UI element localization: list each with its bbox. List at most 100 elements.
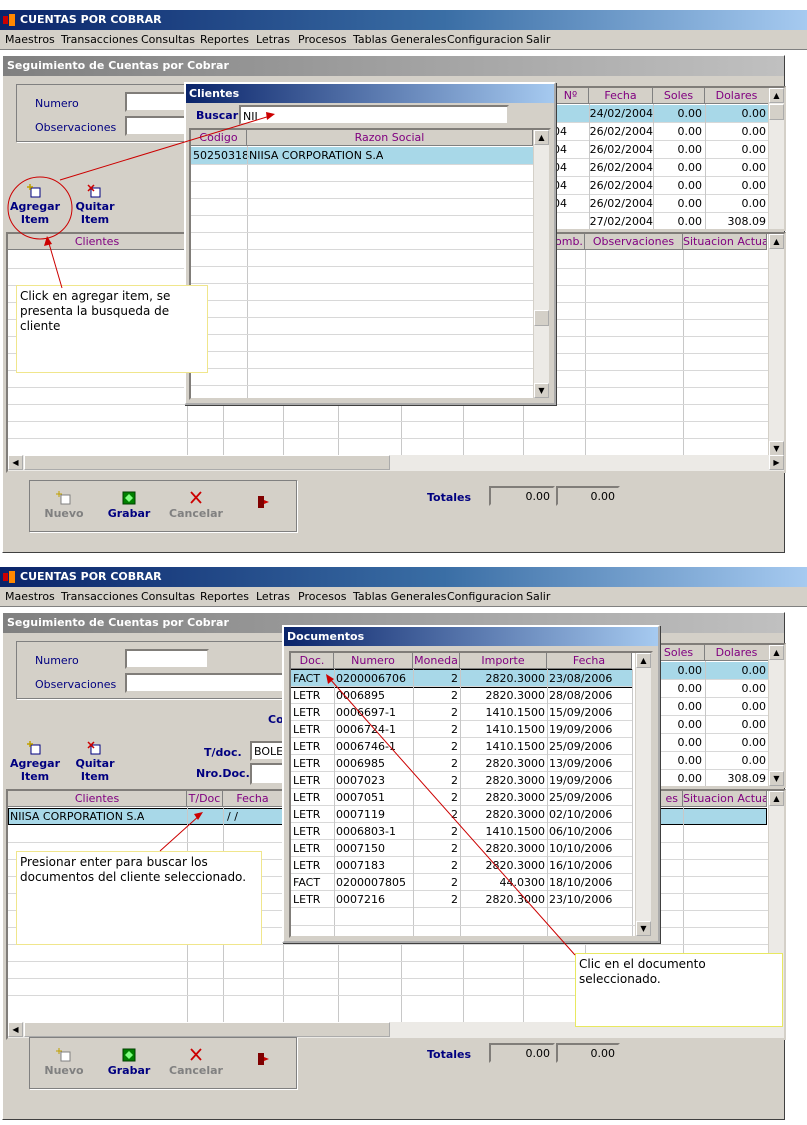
documents-grid[interactable]: Soles Dolares 0.00 0.00 0.00 0.00 0.00 0.00 0.… — [651, 643, 786, 788]
documents-grid-row[interactable]: 0.00 0.00 — [653, 680, 769, 698]
menu-configuracion[interactable]: Configuracion — [447, 590, 523, 603]
h-scroll-thumb[interactable] — [24, 1022, 390, 1037]
grid-line — [8, 421, 784, 422]
quitar-item-button[interactable]: Quitar Item — [69, 741, 121, 783]
observaciones-input[interactable] — [125, 673, 285, 693]
scroll-down-icon[interactable]: ▼ — [636, 921, 651, 936]
nuevo-button[interactable]: Nuevo — [34, 1048, 94, 1077]
documentos-grid[interactable]: Doc. Numero Moneda Importe Fecha FACT 020… — [289, 651, 653, 938]
documents-grid-row[interactable]: 04 26/02/2004 0.00 0.00 — [553, 195, 769, 213]
clientes-row-selected[interactable]: 50250318 NIISA CORPORATION S.A — [191, 147, 533, 164]
menu-transacciones[interactable]: Transacciones — [61, 33, 138, 46]
quitar-item-button[interactable]: Quitar Item — [69, 184, 121, 226]
vertical-scrollbar[interactable]: ▲ — [768, 88, 784, 229]
documento-row[interactable]: LETR 0006724-1 2 1410.1500 19/09/2006 — [291, 721, 632, 738]
documents-grid[interactable]: Nº Fecha Soles Dolares 24/02/2004 0.00 0.0… — [551, 86, 786, 231]
buscar-input[interactable]: NII — [239, 105, 509, 125]
menu-consultas[interactable]: Consultas — [141, 590, 195, 603]
grabar-button[interactable]: Grabar — [99, 491, 159, 520]
clientes-grid[interactable]: Codigo Razon Social 50250318 NIISA CORPO… — [189, 128, 551, 400]
scroll-up-icon[interactable]: ▲ — [769, 234, 784, 249]
menu-maestros[interactable]: Maestros — [5, 590, 55, 603]
scroll-down-icon[interactable]: ▼ — [534, 383, 549, 398]
documents-grid-row[interactable]: 04 26/02/2004 0.00 0.00 — [553, 177, 769, 195]
documento-row[interactable]: LETR 0007216 2 2820.3000 23/10/2006 — [291, 891, 632, 908]
documento-row[interactable]: LETR 0006697-1 2 1410.1500 15/09/2006 — [291, 704, 632, 721]
cancelar-button[interactable]: Cancelar — [166, 1048, 226, 1077]
documents-grid-row[interactable]: 0.00 0.00 — [653, 716, 769, 734]
scroll-right-icon[interactable]: ▶ — [769, 455, 784, 470]
documento-row[interactable]: LETR 0007150 2 2820.3000 10/10/2006 — [291, 840, 632, 857]
detail-vertical-scrollbar[interactable]: ▲ ▼ — [768, 234, 784, 456]
scroll-thumb[interactable] — [769, 104, 784, 120]
documento-row[interactable]: LETR 0006895 2 2820.3000 28/08/2006 — [291, 687, 632, 704]
scroll-thumb[interactable] — [534, 310, 549, 326]
numero-input[interactable] — [125, 649, 209, 669]
menu-reportes[interactable]: Reportes — [200, 590, 249, 603]
agregar-item-button[interactable]: Agregar Item — [9, 741, 61, 783]
scroll-up-icon[interactable]: ▲ — [534, 130, 549, 145]
documento-row[interactable]: LETR 0007183 2 2820.3000 16/10/2006 — [291, 857, 632, 874]
scroll-up-icon[interactable]: ▲ — [769, 88, 784, 103]
grid-line — [653, 104, 654, 229]
detail-horizontal-scrollbar[interactable]: ◀ ▶ — [8, 455, 784, 471]
documento-cell: LETR — [293, 706, 321, 719]
documento-row[interactable]: LETR 0006803-1 2 1410.1500 06/10/2006 — [291, 823, 632, 840]
total-soles-field: 0.00 — [489, 1043, 555, 1063]
scroll-up-icon[interactable]: ▲ — [769, 791, 784, 806]
documento-row[interactable]: LETR 0007119 2 2820.3000 02/10/2006 — [291, 806, 632, 823]
scroll-left-icon[interactable]: ◀ — [8, 1022, 23, 1037]
menu-configuracion[interactable]: Configuracion — [447, 33, 523, 46]
grid-line — [191, 164, 549, 165]
grid-cell: 0.00 — [741, 197, 767, 210]
documents-grid-row[interactable]: 0.00 0.00 — [653, 662, 769, 680]
documento-cell: 1410.1500 — [485, 825, 546, 838]
documents-grid-row[interactable]: 04 26/02/2004 0.00 0.00 — [553, 159, 769, 177]
menu-tablas-generales[interactable]: Tablas Generales — [353, 590, 447, 603]
scroll-down-icon[interactable]: ▼ — [769, 771, 784, 786]
documents-grid-row[interactable]: 0.00 0.00 — [653, 752, 769, 770]
documentos-vertical-scrollbar[interactable]: ▲ ▼ — [635, 653, 651, 936]
menu-transacciones[interactable]: Transacciones — [61, 590, 138, 603]
menu-reportes[interactable]: Reportes — [200, 33, 249, 46]
clientes-vertical-scrollbar[interactable]: ▲ ▼ — [533, 130, 549, 398]
agregar-item-button[interactable]: Agregar Item — [9, 184, 61, 226]
documento-row[interactable]: FACT 0200007805 2 44.0300 18/10/2006 — [291, 874, 632, 891]
documents-grid-row[interactable]: 0.00 0.00 — [653, 734, 769, 752]
menu-salir[interactable]: Salir — [526, 33, 550, 46]
scroll-up-icon[interactable]: ▲ — [636, 653, 651, 668]
scroll-down-icon[interactable]: ▼ — [769, 441, 784, 456]
scroll-left-icon[interactable]: ◀ — [8, 455, 23, 470]
grid-cell: 0.00 — [677, 736, 703, 749]
documento-row[interactable]: LETR 0007023 2 2820.3000 19/09/2006 — [291, 772, 632, 789]
menu-tablas-generales[interactable]: Tablas Generales — [353, 33, 447, 46]
documento-row[interactable]: LETR 0007051 2 2820.3000 25/09/2006 — [291, 789, 632, 806]
documents-grid-row[interactable]: 04 26/02/2004 0.00 0.00 — [553, 141, 769, 159]
vertical-scrollbar[interactable]: ▲ ▼ — [768, 645, 784, 786]
grabar-button[interactable]: Grabar — [99, 1048, 159, 1077]
cancelar-button[interactable]: Cancelar — [166, 491, 226, 520]
menu-procesos[interactable]: Procesos — [298, 33, 346, 46]
documento-row[interactable]: LETR 0006746-1 2 1410.1500 25/09/2006 — [291, 738, 632, 755]
menu-consultas[interactable]: Consultas — [141, 33, 195, 46]
documents-grid-row[interactable]: 0.00 308.09 — [653, 770, 769, 786]
documents-grid-row[interactable]: 04 26/02/2004 0.00 0.00 — [553, 123, 769, 141]
grabar-label: Grabar — [107, 507, 151, 520]
h-scroll-thumb[interactable] — [24, 455, 390, 470]
menu-maestros[interactable]: Maestros — [5, 33, 55, 46]
menu-salir[interactable]: Salir — [526, 590, 550, 603]
scroll-up-icon[interactable]: ▲ — [769, 645, 784, 660]
menu-letras[interactable]: Letras — [256, 33, 290, 46]
col-header-fecha: Fecha — [589, 88, 653, 104]
documents-grid-row[interactable]: 27/02/2004 0.00 308.09 — [553, 213, 769, 229]
documento-cell: 2820.3000 — [485, 808, 546, 821]
documents-grid-row[interactable]: 0.00 0.00 — [653, 698, 769, 716]
documento-row[interactable]: FACT 0200006706 2 2820.3000 23/08/2006 — [291, 669, 633, 688]
menu-procesos[interactable]: Procesos — [298, 590, 346, 603]
documents-grid-row[interactable]: 24/02/2004 0.00 0.00 — [553, 105, 769, 123]
documento-row[interactable]: LETR 0006985 2 2820.3000 13/09/2006 — [291, 755, 632, 772]
menu-letras[interactable]: Letras — [256, 590, 290, 603]
exit-button[interactable] — [233, 495, 293, 511]
exit-button[interactable] — [233, 1052, 293, 1068]
nuevo-button[interactable]: Nuevo — [34, 491, 94, 520]
